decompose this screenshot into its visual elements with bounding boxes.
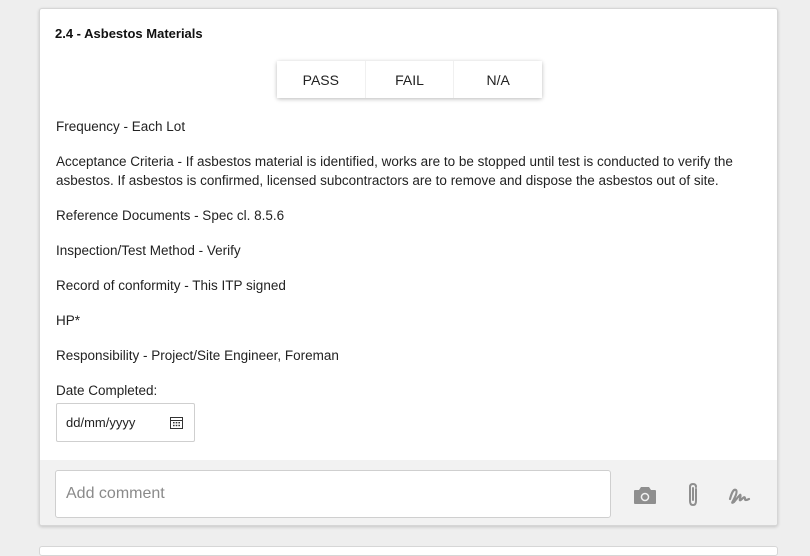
paperclip-icon[interactable] xyxy=(680,482,706,508)
record-of-conformity-text: Record of conformity - This ITP signed xyxy=(56,278,286,293)
fail-button[interactable]: FAIL xyxy=(364,61,454,98)
result-button-group: PASS FAIL N/A xyxy=(277,61,543,98)
inspection-item-card: 2.4 - Asbestos Materials PASS FAIL N/A F… xyxy=(39,8,778,526)
calendar-icon[interactable] xyxy=(170,416,183,429)
frequency-text: Frequency - Each Lot xyxy=(56,119,186,134)
date-completed-input[interactable]: dd/mm/yyyy xyxy=(56,403,195,442)
inspection-method-text: Inspection/Test Method - Verify xyxy=(56,243,241,258)
date-placeholder: dd/mm/yyyy xyxy=(66,415,136,430)
comment-footer: Add comment xyxy=(40,460,777,525)
responsibility-text: Responsibility - Project/Site Engineer, … xyxy=(56,348,339,363)
next-inspection-card xyxy=(39,546,778,556)
hold-point-text: HP* xyxy=(56,313,81,328)
signature-icon[interactable] xyxy=(727,482,753,508)
camera-icon[interactable] xyxy=(632,482,658,508)
section-title: 2.4 - Asbestos Materials xyxy=(55,26,203,41)
comment-input[interactable]: Add comment xyxy=(55,470,611,518)
date-completed-label: Date Completed: xyxy=(56,383,158,398)
acceptance-criteria-line: asbestos. If asbestos is confirmed, lice… xyxy=(56,173,719,188)
reference-documents-text: Reference Documents - Spec cl. 8.5.6 xyxy=(56,208,285,223)
acceptance-criteria-text: Acceptance Criteria - If asbestos materi… xyxy=(56,152,766,190)
acceptance-criteria-line: Acceptance Criteria - If asbestos materi… xyxy=(56,154,733,169)
na-button[interactable]: N/A xyxy=(453,61,543,98)
pass-button[interactable]: PASS xyxy=(277,61,365,98)
